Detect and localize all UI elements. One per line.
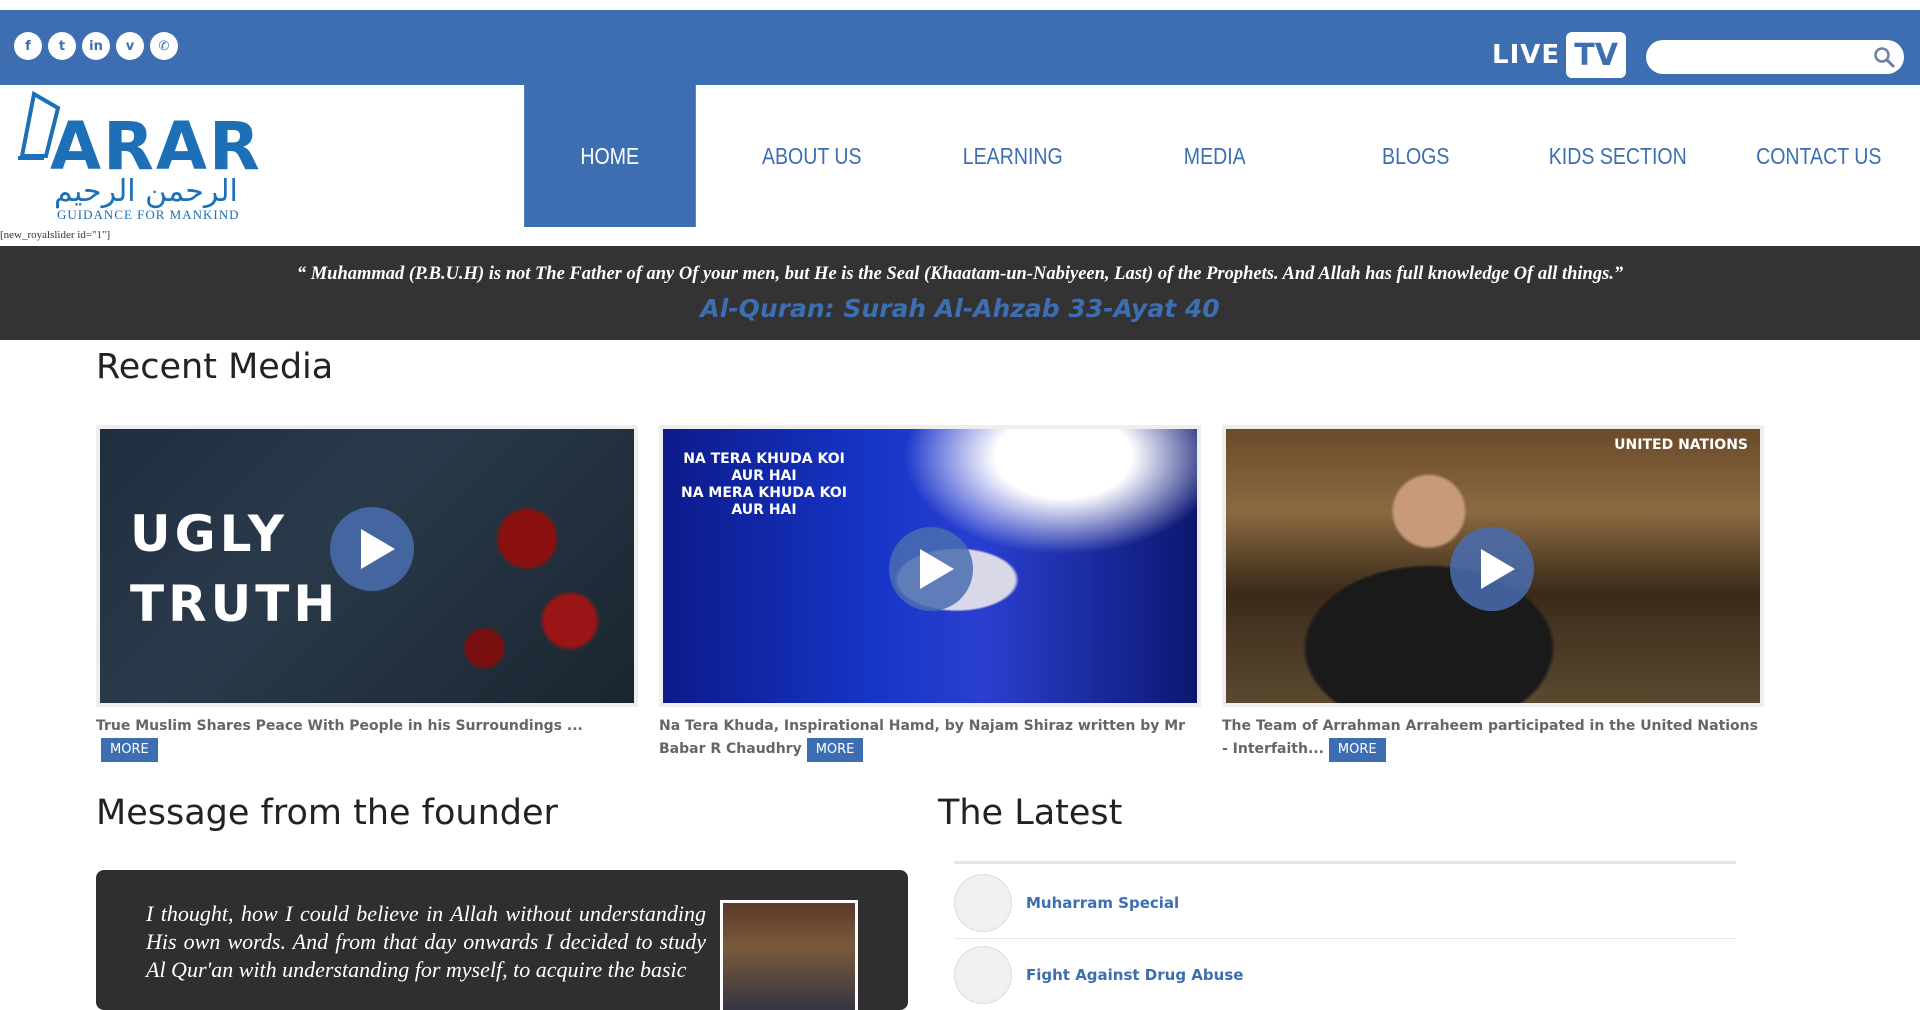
- site-logo[interactable]: ARAR الرحمن الرحيم GUIDANCE FOR MANKIND: [14, 86, 260, 226]
- live-tv-button[interactable]: LIVE TV: [1492, 28, 1627, 82]
- tv-icon: TV: [1566, 32, 1627, 78]
- latest-item-title[interactable]: Fight Against Drug Abuse: [1026, 966, 1243, 984]
- latest-divider: [954, 861, 1736, 864]
- video-thumbnail[interactable]: UGLY TRUTH: [96, 425, 638, 707]
- founder-photo: [720, 900, 858, 1010]
- nav-home[interactable]: HOME: [524, 85, 696, 227]
- media-card: UNITED NATIONS The Team of Arrahman Arra…: [1222, 425, 1764, 763]
- media-caption: The Team of Arrahman Arraheem participat…: [1222, 715, 1762, 763]
- logo-tagline: GUIDANCE FOR MANKIND: [57, 207, 240, 222]
- phone-icon[interactable]: ✆: [150, 32, 178, 60]
- media-card: UGLY TRUTH True Muslim Shares Peace With…: [96, 425, 638, 763]
- latest-separator: [954, 938, 1736, 939]
- vimeo-icon[interactable]: v: [116, 32, 144, 60]
- quote-text: “ Muhammad (P.B.U.H) is not The Father o…: [296, 264, 1624, 284]
- nav-about-us[interactable]: ABOUT US: [726, 85, 897, 227]
- quote-banner: “ Muhammad (P.B.U.H) is not The Father o…: [0, 246, 1920, 340]
- thumbnail-overlay-text: NA TERA KHUDA KOI AUR HAI NA MERA KHUDA …: [681, 451, 848, 518]
- latest-item[interactable]: Fight Against Drug Abuse: [954, 945, 1243, 1005]
- play-icon[interactable]: [1450, 527, 1534, 611]
- search-icon[interactable]: [1872, 45, 1896, 69]
- linkedin-icon[interactable]: in: [82, 32, 110, 60]
- top-bar: f t in v ✆ LIVE TV: [0, 10, 1920, 85]
- founder-message: I thought, how I could believe in Allah …: [96, 870, 908, 1010]
- slider-shortcode: [new_royalslider id="1"]: [0, 229, 111, 241]
- play-icon[interactable]: [889, 527, 973, 611]
- thumbnail-overlay-text: UNITED NATIONS: [1614, 437, 1748, 453]
- latest-title: The Latest: [938, 793, 1123, 833]
- media-caption: True Muslim Shares Peace With People in …: [96, 715, 636, 763]
- nav-learning[interactable]: LEARNING: [927, 85, 1098, 227]
- search-input[interactable]: [1646, 40, 1904, 74]
- nav-kids-section[interactable]: KIDS SECTION: [1532, 85, 1703, 227]
- more-button[interactable]: MORE: [805, 737, 865, 763]
- recent-media-title: Recent Media: [96, 347, 334, 387]
- latest-thumbnail: [954, 946, 1012, 1004]
- latest-thumbnail: [954, 874, 1012, 932]
- main-nav: HOME ABOUT US LEARNING MEDIA BLOGS KIDS …: [509, 85, 1920, 227]
- latest-item[interactable]: Muharram Special: [954, 873, 1179, 933]
- media-caption: Na Tera Khuda, Inspirational Hamd, by Na…: [659, 715, 1199, 763]
- founder-text: I thought, how I could believe in Allah …: [146, 901, 706, 982]
- nav-blogs[interactable]: BLOGS: [1330, 85, 1501, 227]
- nav-media[interactable]: MEDIA: [1129, 85, 1300, 227]
- logo-arabic: الرحمن الرحيم: [54, 174, 238, 209]
- nav-contact-us[interactable]: CONTACT US: [1733, 85, 1904, 227]
- live-label: LIVE: [1492, 40, 1561, 70]
- latest-item-title[interactable]: Muharram Special: [1026, 894, 1179, 912]
- thumbnail-overlay-text: UGLY TRUTH: [130, 505, 340, 633]
- more-button[interactable]: MORE: [1327, 737, 1387, 763]
- founder-title: Message from the founder: [96, 793, 558, 833]
- play-icon[interactable]: [330, 507, 414, 591]
- video-thumbnail[interactable]: NA TERA KHUDA KOI AUR HAI NA MERA KHUDA …: [659, 425, 1201, 707]
- media-card: NA TERA KHUDA KOI AUR HAI NA MERA KHUDA …: [659, 425, 1201, 763]
- social-links: f t in v ✆: [14, 32, 178, 60]
- video-thumbnail[interactable]: UNITED NATIONS: [1222, 425, 1764, 707]
- quote-reference: Al-Quran: Surah Al-Ahzab 33-Ayat 40: [700, 294, 1220, 323]
- more-button[interactable]: MORE: [100, 737, 159, 763]
- facebook-icon[interactable]: f: [14, 32, 42, 60]
- twitter-icon[interactable]: t: [48, 32, 76, 60]
